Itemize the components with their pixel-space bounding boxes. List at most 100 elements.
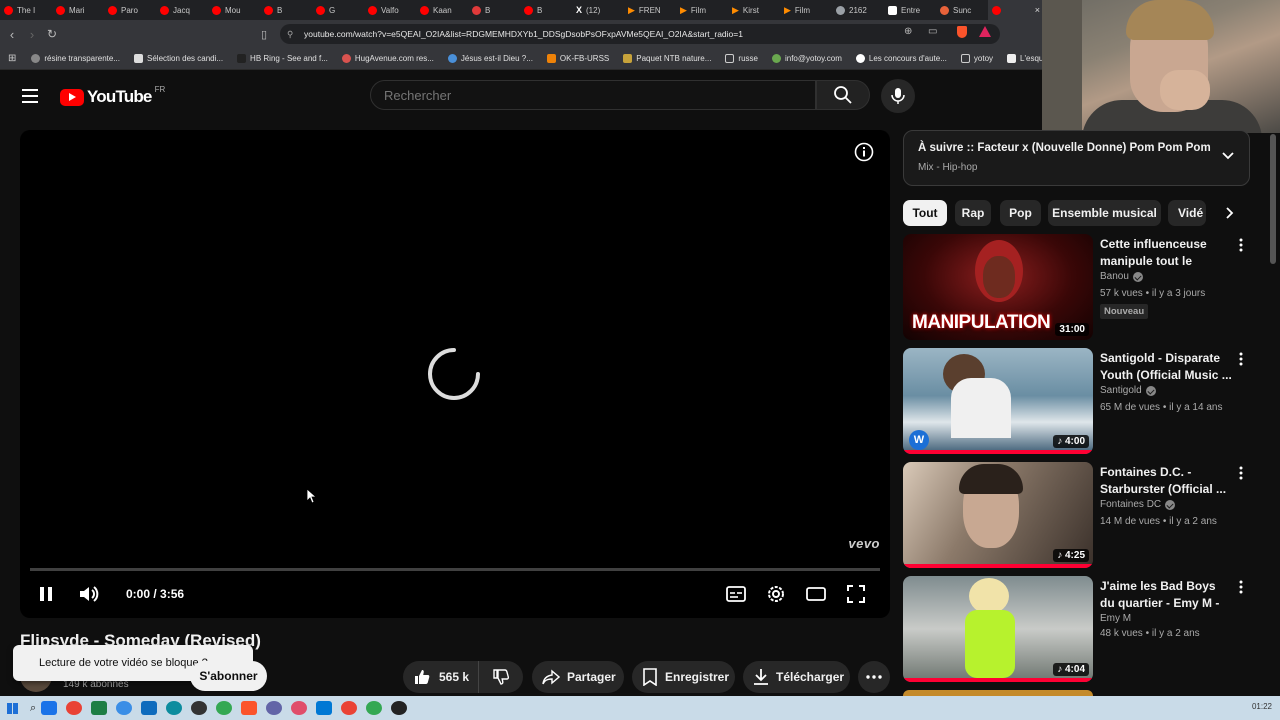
video-thumbnail[interactable]: ♪ 4:25 [903, 462, 1093, 568]
bookmark-folder[interactable]: yotoy [954, 54, 1000, 63]
more-vertical-icon[interactable] [1237, 580, 1245, 594]
like-button[interactable]: 565 k [403, 661, 479, 693]
chip-all[interactable]: Tout [903, 200, 947, 226]
more-vertical-icon[interactable] [1237, 238, 1245, 252]
video-player[interactable]: vevo 0:00 / 3:56 [20, 130, 890, 618]
save-button[interactable]: Enregistrer [632, 661, 735, 693]
outlook-icon[interactable] [40, 701, 57, 715]
more-vertical-icon[interactable] [1237, 352, 1245, 366]
app-icon[interactable] [290, 701, 307, 715]
chip-ensemble-musical[interactable]: Ensemble musical [1048, 200, 1161, 226]
chip-rap[interactable]: Rap [955, 200, 991, 226]
search-input[interactable] [370, 80, 816, 110]
browser-tab[interactable]: ▶ Kirst [728, 0, 780, 20]
app-icon[interactable] [390, 701, 407, 715]
app-icon[interactable] [315, 701, 332, 715]
browser-tab[interactable]: B [468, 0, 520, 20]
subtitles-icon[interactable] [724, 582, 748, 606]
voice-search-button[interactable] [881, 79, 915, 113]
back-icon[interactable]: ‹ [2, 27, 22, 42]
download-button[interactable]: Télécharger [743, 661, 850, 693]
browser-tab[interactable]: Jacq [156, 0, 208, 20]
app-icon[interactable] [265, 701, 282, 715]
settings-gear-icon[interactable] [764, 582, 788, 606]
browser-icon[interactable] [115, 701, 132, 715]
windows-start-icon[interactable] [7, 702, 18, 714]
bookmark-item[interactable]: info@yotoy.com [765, 54, 849, 63]
theater-mode-icon[interactable] [804, 582, 828, 606]
chevron-down-icon[interactable] [1221, 149, 1235, 163]
bookmark-item[interactable]: OK-FB-URSS [540, 54, 616, 63]
edge-icon[interactable] [165, 701, 182, 715]
video-thumbnail[interactable]: W ♪ 4:00 [903, 348, 1093, 454]
bookmark-item[interactable]: Paquet NTB nature... [616, 54, 718, 63]
browser-tab[interactable]: Entre [884, 0, 936, 20]
close-tab-icon[interactable]: × [1035, 5, 1040, 15]
browser-tab[interactable]: 2162 [832, 0, 884, 20]
recommendation-item[interactable]: ♪ 4:25 Fontaines D.C. - Starburster (Off… [903, 462, 1263, 570]
youtube-logo[interactable]: YouTube FR [60, 85, 165, 107]
recommendation-item[interactable]: MANIPULATION 31:00 Cette influenceuse ma… [903, 234, 1263, 342]
site-info-icon[interactable]: ⚲ [287, 24, 293, 44]
bookmark-folder[interactable]: russe [718, 54, 765, 63]
browser-tab[interactable]: Sunc [936, 0, 988, 20]
info-icon[interactable] [854, 142, 874, 162]
search-button[interactable] [816, 80, 870, 110]
forward-icon[interactable]: › [22, 27, 42, 42]
chrome-icon[interactable] [340, 701, 357, 715]
browser-tab[interactable]: Mou [208, 0, 260, 20]
zoom-icon[interactable]: ⊕ [904, 26, 912, 37]
bookmark-item[interactable]: Sélection des candi... [127, 54, 230, 63]
bookmark-item[interactable]: HugAvenue.com res... [335, 54, 441, 63]
browser-tab[interactable]: Paro [104, 0, 156, 20]
playlist-up-next[interactable]: À suivre :: Facteur x (Nouvelle Donne) P… [903, 130, 1250, 186]
browser-tab[interactable]: ▶ Film [676, 0, 728, 20]
chrome-icon[interactable] [215, 701, 232, 715]
progress-bar[interactable] [30, 568, 880, 571]
browser-tab[interactable]: ▶ Film [780, 0, 832, 20]
recommendation-item[interactable]: ♪ 4:04 J'aime les Bad Boys du quartier -… [903, 576, 1263, 684]
pause-icon[interactable] [34, 582, 58, 606]
recommendation-item[interactable]: W ♪ 4:00 Santigold - Disparate Youth (Of… [903, 348, 1263, 456]
browser-tab[interactable]: B [520, 0, 572, 20]
browser-tab[interactable]: ▶ FREN [624, 0, 676, 20]
browser-tab[interactable]: The I [0, 0, 52, 20]
chip-pop[interactable]: Pop [1000, 200, 1041, 226]
cast-icon[interactable]: ▭ [928, 26, 937, 37]
browser-tab[interactable]: Valfo [364, 0, 416, 20]
brave-shield-icon[interactable] [957, 26, 967, 38]
fullscreen-icon[interactable] [844, 582, 868, 606]
browser-tab[interactable]: G [312, 0, 364, 20]
excel-icon[interactable] [90, 701, 107, 715]
browser-tab[interactable]: Kaan [416, 0, 468, 20]
browser-tab[interactable]: X (12) [572, 0, 624, 20]
dislike-button[interactable] [479, 661, 523, 693]
more-actions-button[interactable] [858, 661, 890, 693]
volume-icon[interactable] [77, 582, 101, 606]
bookmark-item[interactable]: HB Ring - See and f... [230, 54, 335, 63]
browser-tab[interactable]: Mari [52, 0, 104, 20]
reload-icon[interactable]: ↻ [42, 27, 62, 41]
app-icon[interactable] [190, 701, 207, 715]
bookmark-item[interactable]: Jésus est-il Dieu ?... [441, 54, 540, 63]
browser-tab-active[interactable]: × [988, 0, 1044, 20]
chip-videos[interactable]: Vidé [1168, 200, 1206, 226]
subscribe-button[interactable]: S'abonner [190, 661, 267, 691]
brave-rewards-icon[interactable] [979, 26, 991, 37]
share-button[interactable]: Partager [532, 661, 624, 693]
bookmark-item[interactable]: résine transparente... [24, 54, 127, 63]
browser-tab[interactable]: B [260, 0, 312, 20]
search-icon[interactable]: ⌕ [30, 702, 36, 715]
chrome-icon[interactable] [365, 701, 382, 715]
video-thumbnail[interactable]: ♪ 4:04 [903, 576, 1093, 682]
chevron-right-icon[interactable] [1223, 206, 1237, 220]
bookmark-item[interactable]: Les concours d'aute... [849, 54, 954, 63]
url-bar[interactable]: ⚲ youtube.com/watch?v=e5QEAI_O2IA&list=R… [280, 24, 1000, 44]
outlook-icon[interactable] [140, 701, 157, 715]
video-thumbnail[interactable]: MANIPULATION 31:00 [903, 234, 1093, 340]
menu-icon[interactable] [22, 89, 38, 103]
more-vertical-icon[interactable] [1237, 466, 1245, 480]
chrome-icon[interactable] [65, 701, 82, 715]
brave-icon[interactable] [240, 701, 257, 715]
apps-icon[interactable]: ⊞ [0, 53, 24, 64]
